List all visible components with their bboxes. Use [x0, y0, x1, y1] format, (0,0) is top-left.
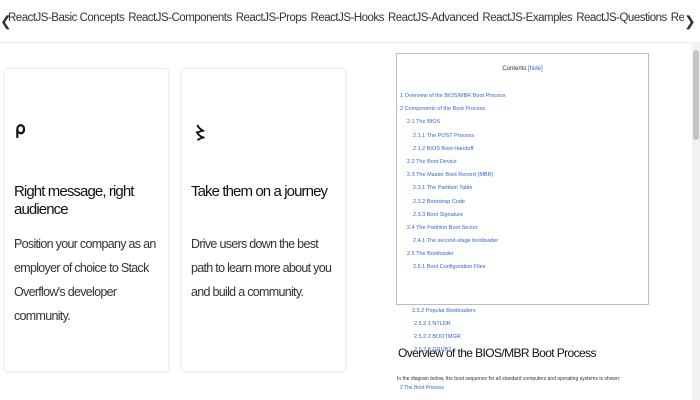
toc-title: Contents	[502, 66, 527, 72]
section-link[interactable]: 2 The Boot Process	[400, 385, 444, 391]
toc-item[interactable]: 2.4 The Partition Boot Sector	[400, 222, 505, 235]
toc-item[interactable]: 2.1.2 BIOS Boot Handoff	[400, 143, 505, 156]
toc-item[interactable]: 2.5.2.2 BOOTMGR	[412, 331, 476, 344]
top-navigation-bar: ❮ ReactJS-Basic Concepts ReactJS-Componen…	[0, 0, 700, 43]
feature-card-journey: 〻 Take them on a journey Drive users dow…	[181, 68, 346, 372]
nav-item[interactable]: ReactJS-Hooks	[311, 12, 385, 24]
card-description: Position your company as an employer of …	[14, 237, 156, 323]
toc-item[interactable]: 2 Components of the Boot Process	[400, 103, 505, 116]
toc-item[interactable]: 1 Overview of the BIOS/MBR Boot Process	[400, 90, 505, 103]
nav-item[interactable]: ReactJS-Components	[128, 12, 232, 24]
megaphone-icon: ⍴	[15, 119, 26, 138]
section-heading: Overview of the BIOS/MBR Boot Process	[398, 346, 596, 360]
toc-header: Contents [hide]	[397, 66, 648, 72]
toc-item[interactable]: 2.1.1 The POST Process	[400, 130, 505, 143]
nav-item[interactable]: ReactJS-Examples	[482, 12, 572, 24]
toc-item[interactable]: 2.5.2.1 NTLDR	[412, 318, 476, 331]
nav-item[interactable]: ReactJS-Questions	[576, 12, 667, 24]
nav-item[interactable]: ReactJS-Basic Concepts	[8, 12, 125, 24]
toc-item[interactable]: 2.3.3 Boot Signature	[400, 209, 505, 222]
toc-item[interactable]: 2.5.1 Boot Configuration Files	[400, 261, 505, 274]
toc-list: 1 Overview of the BIOS/MBR Boot Process 2…	[400, 90, 505, 275]
toc-item[interactable]: 2.2 The Boot Device	[400, 156, 505, 169]
toc-item[interactable]: 2.3.1 The Partition Table	[400, 182, 505, 195]
chevron-right-icon[interactable]: ❯	[684, 13, 696, 30]
scrollbar-thumb[interactable]	[693, 50, 699, 140]
toc-item[interactable]: 2.4.1 The second-stage bootloader	[400, 235, 505, 248]
section-text: In the diagram below, the boot sequence …	[397, 376, 621, 382]
toc-item[interactable]: 2.3 The Master Boot Record (MBR)	[400, 169, 505, 182]
toc-item[interactable]: 2.5.2 Popular Bootloaders	[412, 305, 476, 318]
toc-hide-toggle[interactable]: [hide]	[528, 66, 543, 72]
toc-item[interactable]: 2.3.2 Bootstrap Code	[400, 196, 505, 209]
path-icon: 〻	[192, 124, 209, 143]
nav-item[interactable]: ReactJS-Props	[236, 12, 307, 24]
toc-item[interactable]: 2.5 The Bootloader	[400, 248, 505, 261]
card-description: Drive users down the best path to learn …	[191, 237, 332, 299]
nav-item[interactable]: ReactJS-Advanced	[388, 12, 479, 24]
nav-items: ReactJS-Basic Concepts ReactJS-Components…	[8, 12, 684, 24]
table-of-contents: Contents [hide] 1 Overview of the BIOS/M…	[396, 53, 649, 305]
nav-item[interactable]: ReactJS-Quiz	[671, 12, 684, 24]
toc-item[interactable]: 2.1 The BIOS	[400, 116, 505, 129]
card-title: Right message, right audience	[14, 183, 134, 218]
feature-card-audience: ⍴ Right message, right audience Position…	[4, 68, 169, 372]
card-title: Take them on a journey	[191, 183, 328, 200]
vertical-scrollbar[interactable]	[692, 42, 700, 400]
